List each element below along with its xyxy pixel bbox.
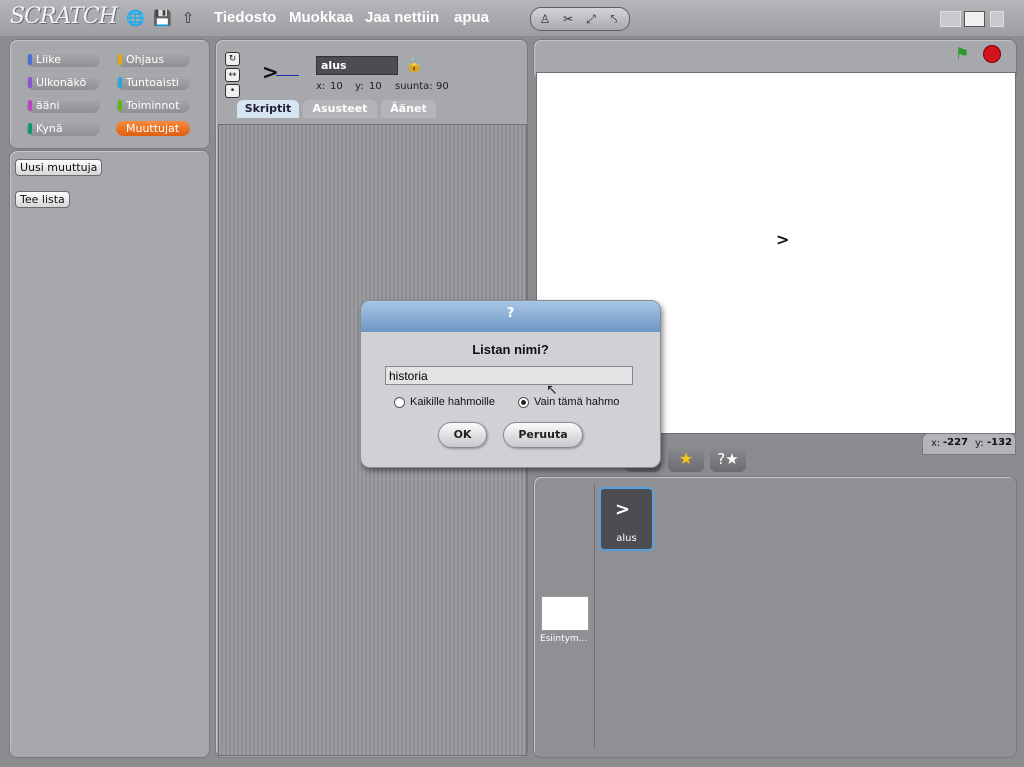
category-pen[interactable]: Kynä	[26, 121, 100, 136]
sprite-thumb-glyph: >	[615, 499, 631, 520]
category-label: Ohjaus	[126, 53, 165, 66]
category-variables[interactable]: Muuttujat	[116, 121, 190, 136]
make-list-button[interactable]: Tee lista	[15, 191, 70, 208]
delete-scissors-icon[interactable]: ✂	[558, 10, 578, 28]
sprite-direction-label: suunta:	[395, 81, 433, 92]
category-label: ääni	[36, 99, 60, 112]
sprite-list-divider	[594, 484, 595, 748]
shrink-icon[interactable]: ⤣	[604, 10, 624, 28]
category-sound[interactable]: ääni	[26, 98, 100, 113]
direction-line	[276, 75, 299, 76]
category-operators[interactable]: Toiminnot	[116, 98, 190, 113]
scratch-logo: SCRATCH	[10, 4, 118, 29]
looks-color-bar	[28, 77, 32, 88]
menu-help[interactable]: apua	[454, 9, 489, 26]
small-stage-mode-icon[interactable]	[940, 11, 961, 27]
list-name-dialog: ? Listan nimi? Kaikille hahmoille Vain t…	[360, 300, 661, 468]
sprite-direction-value: 90	[436, 81, 449, 92]
stage-sprite[interactable]: >	[776, 230, 789, 249]
ok-button[interactable]: OK	[438, 422, 487, 448]
flip-style-icon[interactable]: ↔	[225, 68, 240, 82]
lock-icon[interactable]: 🔒	[406, 58, 422, 73]
category-looks[interactable]: Ulkonäkö	[26, 75, 100, 90]
duplicate-stamp-icon[interactable]: ♙	[535, 10, 555, 28]
sprite-x-label: x:	[316, 81, 326, 92]
stage-label: Esiintym...	[540, 634, 588, 644]
sprite-thumbnail: >	[262, 60, 279, 84]
sprite-y-value: 10	[369, 81, 382, 92]
sprite-x-value: 10	[330, 81, 343, 92]
sprite-thumb-label: alus	[616, 533, 637, 544]
random-sprite-button[interactable]: ?★	[710, 446, 746, 472]
motion-color-bar	[28, 54, 32, 65]
normal-stage-mode-icon[interactable]	[964, 11, 985, 27]
tab-sounds[interactable]: Äänet	[381, 100, 436, 118]
radio-all-sprites[interactable]	[394, 397, 405, 408]
operators-color-bar	[118, 100, 122, 111]
globe-icon[interactable]: 🌐	[126, 9, 145, 27]
category-label: Liike	[36, 53, 61, 66]
mouse-cursor-icon: ↖	[546, 382, 558, 398]
choose-sprite-file-button[interactable]: ★	[668, 446, 704, 472]
category-label: Ulkonäkö	[36, 76, 87, 89]
category-label: Toiminnot	[126, 99, 180, 112]
sensing-color-bar	[118, 77, 122, 88]
presentation-mode-icon[interactable]	[990, 11, 1004, 27]
mouse-y-value: -132	[987, 437, 1013, 448]
pen-color-bar	[28, 123, 32, 134]
tab-costumes[interactable]: Asusteet	[303, 100, 377, 118]
question-star-icon: ?★	[717, 450, 739, 468]
tab-scripts[interactable]: Skriptit	[237, 100, 299, 118]
category-sensing[interactable]: Tuntoaisti	[116, 75, 190, 90]
dialog-prompt: Listan nimi?	[472, 342, 549, 357]
sprite-thumbnail-alus[interactable]: > alus	[599, 487, 654, 551]
menu-file[interactable]: Tiedosto	[214, 9, 276, 26]
category-label: Kynä	[36, 122, 63, 135]
stop-sign-icon[interactable]	[983, 45, 1001, 63]
list-name-input[interactable]	[385, 366, 633, 385]
radio-this-sprite[interactable]	[518, 397, 529, 408]
rotate-style-icon[interactable]: ↻	[225, 52, 240, 66]
mouse-y-label: y:	[975, 438, 984, 449]
folder-star-icon: ★	[678, 449, 694, 468]
sprite-name-field[interactable]: alus	[316, 56, 398, 75]
category-panel: Liike Ulkonäkö ääni Kynä Ohjaus Tuntoais…	[9, 39, 210, 149]
share-upload-icon[interactable]: ⇧	[179, 9, 197, 27]
category-motion[interactable]: Liike	[26, 52, 100, 67]
menu-share[interactable]: Jaa nettiin	[365, 9, 439, 26]
control-color-bar	[118, 54, 122, 65]
dialog-title: ?	[361, 301, 660, 332]
stage-thumbnail[interactable]	[541, 596, 589, 631]
no-rotate-icon[interactable]: •	[225, 84, 240, 98]
cursor-tools: ♙ ✂ ⤢ ⤣	[530, 7, 630, 31]
menu-edit[interactable]: Muokkaa	[289, 9, 353, 26]
mouse-x-label: x:	[931, 438, 941, 449]
new-variable-button[interactable]: Uusi muuttuja	[15, 159, 103, 176]
category-control[interactable]: Ohjaus	[116, 52, 190, 67]
mouse-x-value: -227	[943, 437, 969, 448]
green-flag-icon[interactable]: ⚑	[955, 44, 969, 63]
blocks-palette: Uusi muuttuja Tee lista	[9, 150, 210, 758]
sound-color-bar	[28, 100, 32, 111]
cancel-button[interactable]: Peruuta	[503, 422, 583, 448]
category-label: Muuttujat	[126, 122, 180, 135]
save-icon[interactable]: 💾	[153, 9, 172, 27]
radio-all-sprites-label: Kaikille hahmoille	[410, 396, 495, 408]
category-label: Tuntoaisti	[126, 76, 179, 89]
sprite-y-label: y:	[355, 81, 364, 92]
grow-icon[interactable]: ⤢	[581, 10, 601, 28]
